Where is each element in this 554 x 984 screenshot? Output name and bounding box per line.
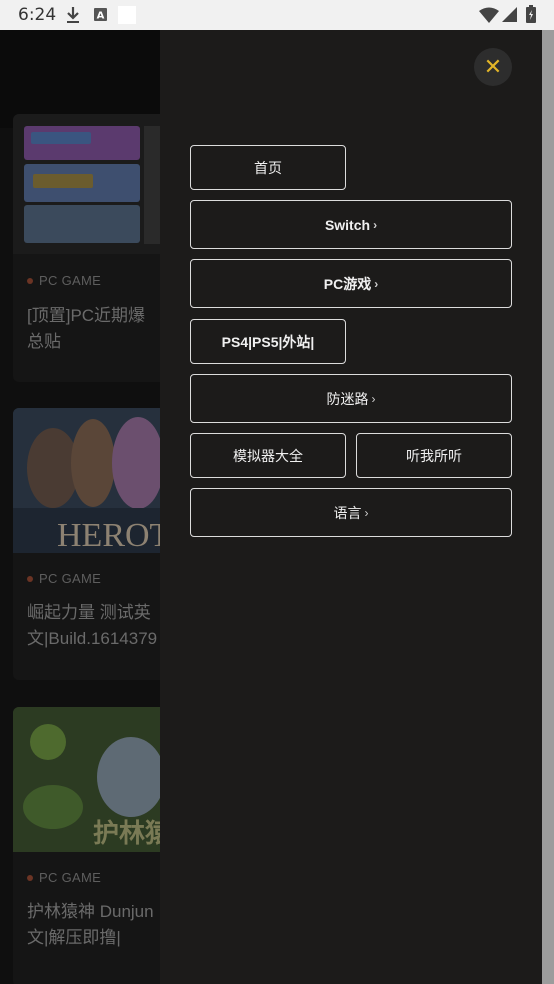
menu-home-label: 首页 [254,159,282,176]
menu-anti-lost-button[interactable]: 防迷路 › [190,374,512,423]
cellular-signal-icon [502,7,517,27]
close-icon: ✕ [483,54,503,79]
menu-switch-label: Switch [324,216,371,233]
chevron-right-icon: › [373,217,378,232]
menu-pc-games-button[interactable]: PC游戏 › [190,259,512,308]
card-title-line-2: 文|解压即撸| [27,928,121,947]
menu-ps-sites-label: PS4|PS5|外站| [221,333,315,350]
menu-ps-sites-button[interactable]: PS4|PS5|外站| [190,319,346,364]
card-thumbnail: 护林猿 [13,707,173,852]
card-title-line-1: [顶置]PC近期爆 [27,306,146,325]
card-thumbnail: HEROT [13,408,173,554]
chevron-right-icon: › [374,276,379,291]
menu-emulators-label: 模拟器大全 [233,447,303,464]
scrollbar-track [542,30,554,984]
card-category: PC GAME [27,273,101,288]
menu-switch-button[interactable]: Switch › [190,200,512,249]
card-title-line-2: 总贴 [27,332,61,351]
download-icon [65,6,81,29]
menu-pc-games-label: PC游戏 [323,275,372,292]
menu-language-label: 语言 [333,504,362,521]
keyboard-a-icon: A [94,8,107,26]
card-title-line-1: 崛起力量 测试英 [27,603,151,622]
menu-language-button[interactable]: 语言 › [190,488,512,537]
menu-listen-button[interactable]: 听我所听 [356,433,512,478]
status-time: 6:24 [18,5,57,25]
menu-home-button[interactable]: 首页 [190,145,346,190]
card-title-line-1: 护林猿神 Dunjun [27,902,154,921]
menu-emulators-button[interactable]: 模拟器大全 [190,433,346,478]
card-thumbnail [13,114,173,254]
card-category: PC GAME [27,870,101,885]
post-card[interactable]: PC GAME [顶置]PC近期爆 总贴 [13,114,173,382]
blank-notification-icon [118,6,136,29]
menu-anti-lost-label: 防迷路 [326,390,369,407]
card-category: PC GAME [27,571,101,586]
thumbnail-title-text: HEROT [57,517,171,553]
chevron-right-icon: › [364,505,369,520]
wifi-icon [479,7,499,28]
post-card[interactable]: HEROT PC GAME 崛起力量 测试英 文|Build.1614379 [13,408,173,680]
battery-icon [526,5,536,28]
svg-text:A: A [97,11,105,22]
close-button[interactable]: ✕ [474,48,512,86]
card-title-line-2: 文|Build.1614379 [27,629,158,648]
chevron-right-icon: › [371,391,376,406]
menu-listen-label: 听我所听 [406,447,462,464]
post-card[interactable]: 护林猿 PC GAME 护林猿神 Dunjun 文|解压即撸| [13,707,173,984]
status-bar: 6:24 A [0,0,554,30]
navigation-drawer: ✕ 首页 Switch › PC游戏 › PS4|PS5|外站| 防迷路 › 模… [160,30,542,984]
